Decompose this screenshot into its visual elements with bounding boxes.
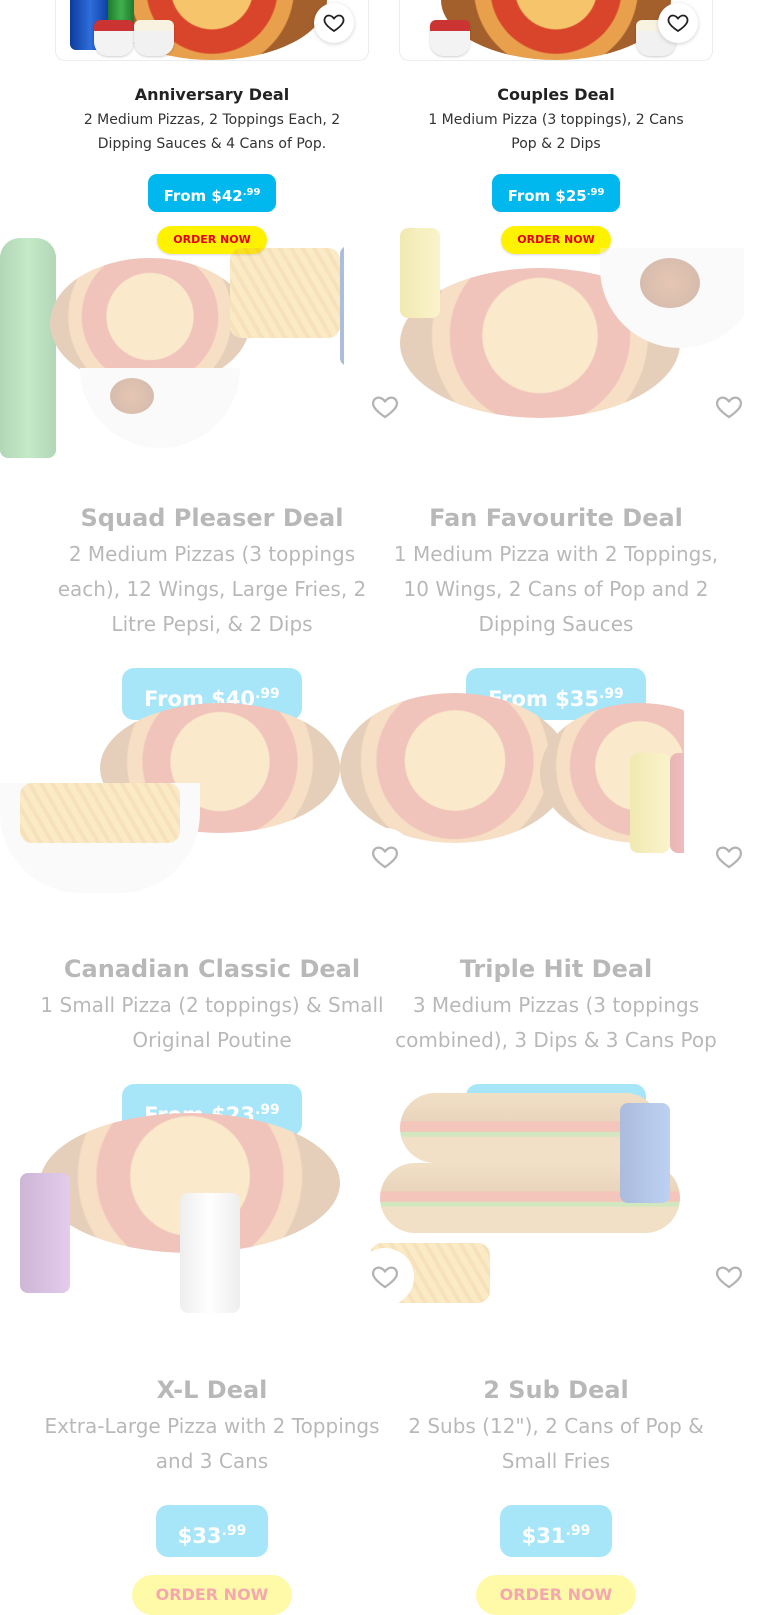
deal-description: 2 Subs (12"), 2 Cans of Pop & Small Frie… <box>408 1414 704 1473</box>
price-button[interactable]: $33.99 <box>155 1505 269 1557</box>
favorite-button[interactable] <box>700 378 758 436</box>
deal-card-xl: X-L Deal Extra-Large Pizza with 2 Toppin… <box>40 1375 384 1615</box>
deal-description: 2 Medium Pizzas (3 toppings each), 12 Wi… <box>57 542 367 636</box>
price-prefix: $ <box>521 1524 537 1548</box>
pepsi-can-image <box>340 246 344 366</box>
deal-title: Squad Pleaser Deal <box>80 504 344 532</box>
price-prefix: From $ <box>163 187 222 205</box>
deal-title: 2 Sub Deal <box>483 1376 629 1404</box>
heart-outline-icon <box>372 396 398 419</box>
favorite-button[interactable] <box>700 1248 758 1306</box>
deal-title: Triple Hit Deal <box>459 955 653 983</box>
deal-card-2-sub: 2 Sub Deal 2 Subs (12"), 2 Cans of Pop &… <box>384 1375 728 1615</box>
price-prefix: $ <box>177 1524 193 1548</box>
pizza-image <box>340 693 570 843</box>
crush-can-image <box>20 1173 70 1293</box>
deal-title: Fan Favourite Deal <box>429 504 683 532</box>
price-amount: 33 <box>192 1524 222 1548</box>
order-now-button[interactable]: ORDER NOW <box>475 1575 637 1615</box>
deal-description: 1 Medium Pizza with 2 Toppings, 10 Wings… <box>393 542 719 636</box>
deal-description: 1 Medium Pizza (3 toppings), 2 Cans Pop … <box>428 112 684 152</box>
deal-image-xl <box>0 1113 344 1343</box>
price-cents: .99 <box>565 1523 591 1539</box>
favorite-button[interactable] <box>356 828 414 886</box>
heart-outline-icon <box>323 14 345 33</box>
fries-image <box>20 783 180 843</box>
price-button[interactable]: From $42.99 <box>147 174 277 212</box>
fries-image <box>230 248 340 338</box>
bottle-image <box>0 238 56 458</box>
price-cents: .99 <box>221 1523 247 1539</box>
price-button[interactable]: From $25.99 <box>491 174 621 212</box>
price-cents: .99 <box>242 187 261 198</box>
dip-cup-image <box>94 20 134 56</box>
heart-outline-icon <box>716 846 742 869</box>
deal-title: X-L Deal <box>156 1376 268 1404</box>
favorite-button[interactable] <box>314 3 354 43</box>
price-amount: 25 <box>565 187 587 205</box>
wings-image <box>110 378 154 414</box>
pepsi-can-image <box>620 1103 670 1203</box>
price-prefix: From $ <box>507 187 566 205</box>
pop-can-image <box>670 753 684 853</box>
heart-outline-icon <box>372 1266 398 1289</box>
heart-outline-icon <box>667 14 689 33</box>
faded-deals-grid: Squad Pleaser Deal 2 Medium Pizzas (3 to… <box>0 228 770 1615</box>
order-now-button[interactable]: ORDER NOW <box>131 1575 293 1615</box>
price-cents: .99 <box>586 187 605 198</box>
deal-title: Couples Deal <box>497 85 615 104</box>
dip-cup-image <box>430 20 470 56</box>
wings-image <box>640 258 700 308</box>
deal-description: 2 Medium Pizzas, 2 Toppings Each, 2 Dipp… <box>83 112 341 152</box>
deal-image-squad-pleaser <box>0 228 344 458</box>
deal-description: Extra-Large Pizza with 2 Toppings and 3 … <box>44 1414 380 1473</box>
favorite-button[interactable] <box>658 3 698 43</box>
deal-image-canadian-classic <box>0 683 344 913</box>
deal-description: 1 Small Pizza (2 toppings) & Small Origi… <box>40 993 384 1052</box>
heart-outline-icon <box>372 846 398 869</box>
deal-image-fan-favourite <box>400 228 744 458</box>
deal-title: Canadian Classic Deal <box>63 955 361 983</box>
favorite-button[interactable] <box>356 1248 414 1306</box>
deal-title: Anniversary Deal <box>134 85 290 104</box>
favorite-button[interactable] <box>700 828 758 886</box>
deal-description: 3 Medium Pizzas (3 toppings combined), 3… <box>395 993 717 1052</box>
pop-can-image <box>400 228 440 318</box>
favorite-button[interactable] <box>356 378 414 436</box>
bowl-image <box>80 368 240 448</box>
price-amount: 31 <box>536 1524 566 1548</box>
heart-outline-icon <box>716 396 742 419</box>
heart-outline-icon <box>716 1266 742 1289</box>
diet-pepsi-can-image <box>180 1193 240 1313</box>
pop-can-image <box>630 753 670 853</box>
price-amount: 42 <box>221 187 243 205</box>
price-button[interactable]: $31.99 <box>499 1505 613 1557</box>
dip-cup-image <box>134 20 174 56</box>
